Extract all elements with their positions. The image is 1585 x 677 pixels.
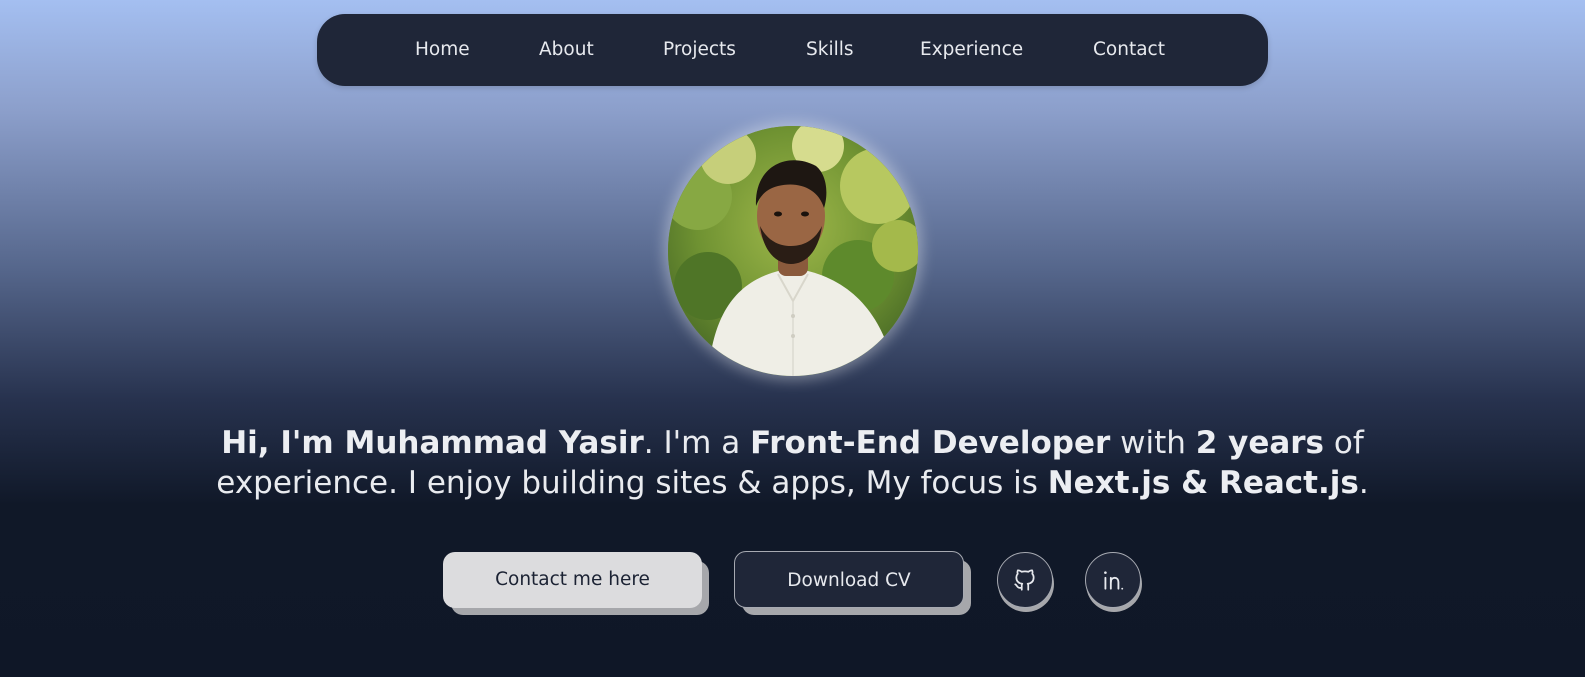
nav-link-projects[interactable]: Projects (663, 14, 736, 86)
intro-greeting: Hi, I'm Muhammad Yasir (221, 425, 644, 461)
profile-photo-illustration (668, 126, 918, 376)
github-button[interactable] (997, 552, 1053, 608)
intro-focus: Next.js & React.js (1047, 465, 1359, 501)
nav-link-contact[interactable]: Contact (1093, 14, 1165, 86)
top-navbar: Home About Projects Skills Experience Co… (317, 14, 1268, 86)
linkedin-button[interactable] (1085, 552, 1141, 608)
nav-link-skills[interactable]: Skills (806, 14, 854, 86)
nav-link-about[interactable]: About (539, 14, 594, 86)
contact-me-button[interactable]: Contact me here (443, 552, 702, 608)
profile-avatar (668, 126, 918, 376)
intro-text-4: . (1358, 465, 1369, 501)
github-icon (1014, 569, 1035, 591)
nav-link-home[interactable]: Home (415, 14, 470, 86)
hero-intro-text: Hi, I'm Muhammad Yasir. I'm a Front-End … (150, 423, 1435, 503)
download-cv-button[interactable]: Download CV (734, 551, 964, 608)
linkedin-icon (1104, 571, 1124, 590)
intro-role: Front-End Developer (750, 425, 1111, 461)
intro-years: 2 years (1195, 425, 1325, 461)
intro-text-2: with (1110, 425, 1196, 461)
intro-text-1: . I'm a (643, 425, 751, 461)
nav-link-experience[interactable]: Experience (920, 14, 1023, 86)
